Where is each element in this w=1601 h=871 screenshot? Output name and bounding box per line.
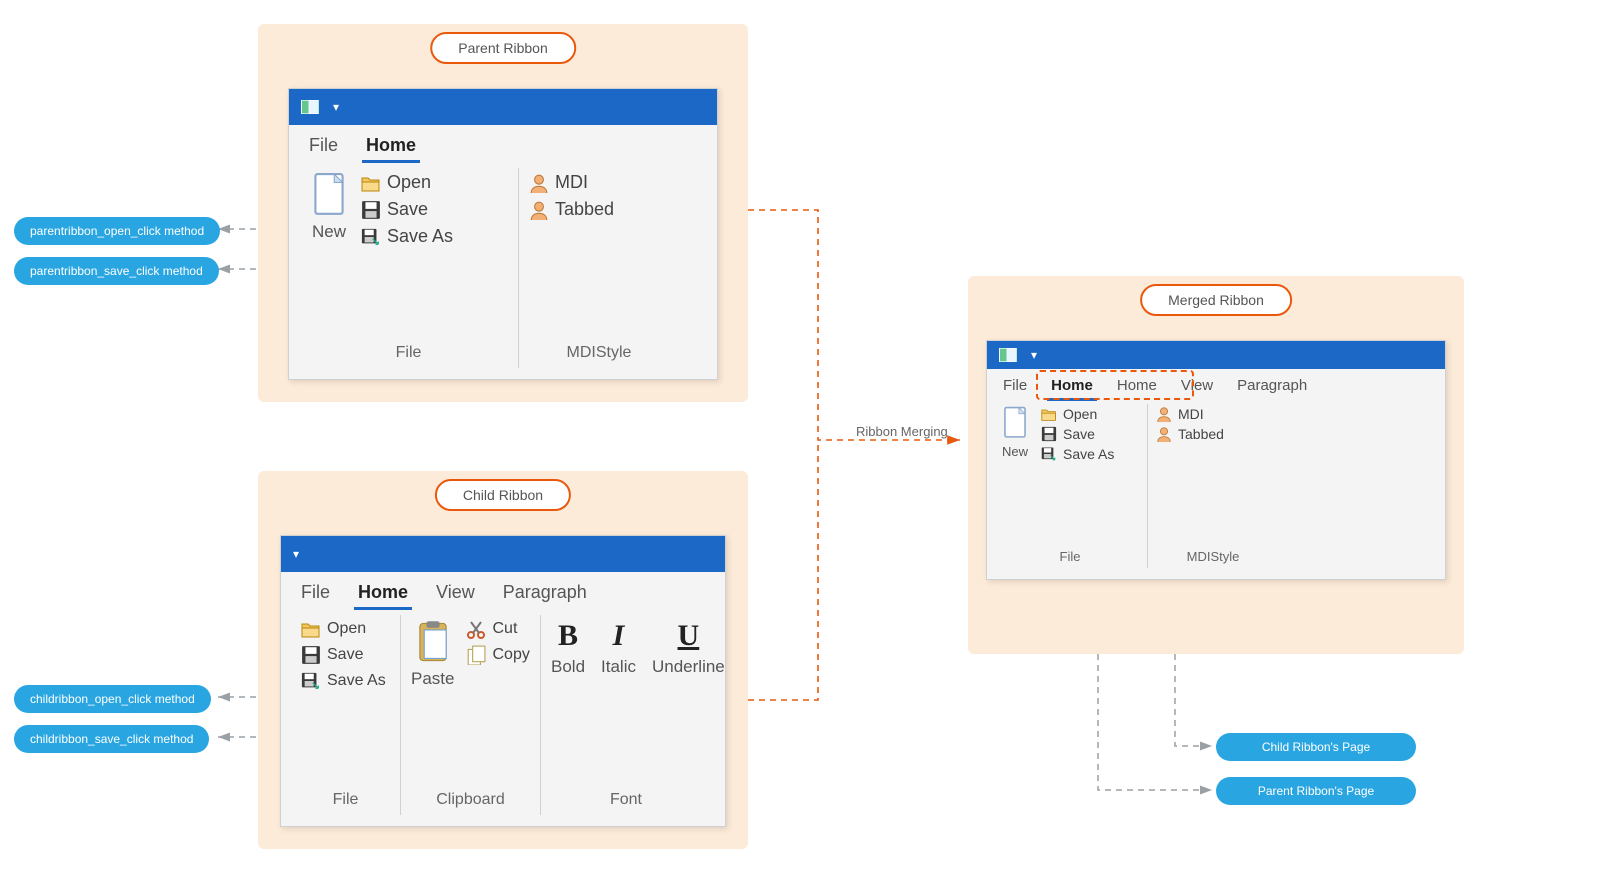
bold-button[interactable]: BBold [551,619,585,677]
group-label: MDIStyle [529,340,669,364]
underline-button[interactable]: UUnderline [652,619,725,677]
group-file: Open Save Save As File [291,615,401,815]
tab-home[interactable]: Home [360,133,422,162]
new-button[interactable]: New [309,172,349,242]
tag-parent-save: parentribbon_save_click method [14,257,219,285]
underline-glyph-icon: U [678,619,700,653]
group-mdistyle: MDI Tabbed MDIStyle [1148,404,1278,568]
italic-button[interactable]: IItalic [601,619,636,677]
tag-child-open: childribbon_open_click method [14,685,211,713]
scissors-icon [466,619,486,639]
user-icon [1156,406,1172,422]
parent-tabs: File Home [289,125,717,162]
save-icon [361,200,381,220]
open-button[interactable]: Open [361,172,453,193]
child-tabs: File Home View Paragraph [281,572,725,609]
parent-panel: Parent Ribbon ▾ File Home New Open Save [258,24,748,402]
group-label: Clipboard [411,787,530,811]
folder-icon [1041,406,1057,422]
ribbon-titlebar: ▾ [987,341,1445,369]
user-icon [529,173,549,193]
copy-icon [466,645,486,665]
bold-glyph-icon: B [558,619,578,653]
tabbed-button[interactable]: Tabbed [529,199,614,220]
save-as-icon [1041,446,1057,462]
mdi-button[interactable]: MDI [529,172,614,193]
group-label: Font [551,787,701,811]
paste-button[interactable]: Paste [411,619,454,689]
tab-file[interactable]: File [997,375,1033,400]
save-as-button[interactable]: Save As [1041,446,1114,462]
group-label: File [1001,545,1139,566]
group-clipboard: Paste Cut Copy Clipboard [401,615,541,815]
user-icon [1156,426,1172,442]
ribbon-titlebar: ▾ [281,536,725,572]
ribbon-titlebar: ▾ [289,89,717,125]
qat-dropdown-icon[interactable]: ▾ [1031,348,1037,362]
save-as-icon [301,671,321,691]
tabbed-button[interactable]: Tabbed [1156,426,1224,442]
tab-file[interactable]: File [295,580,336,609]
mdi-button[interactable]: MDI [1156,406,1224,422]
save-icon [1041,426,1057,442]
save-icon [301,645,321,665]
open-button[interactable]: Open [301,619,390,639]
parent-ribbon: ▾ File Home New Open Save Save As [288,88,718,380]
group-file: New Open Save Save As File [299,168,519,368]
save-as-icon [361,227,381,247]
qat-dropdown-icon[interactable]: ▾ [293,547,299,561]
flow-label: Ribbon Merging [856,424,948,439]
merged-panel: Merged Ribbon ▾ File Home Home View Para… [968,276,1464,654]
clipboard-icon [413,619,453,665]
tab-paragraph[interactable]: Paragraph [497,580,593,609]
save-button[interactable]: Save [1041,426,1114,442]
group-mdistyle: MDI Tabbed MDIStyle [519,168,679,368]
tag-parent-open: parentribbon_open_click method [14,217,220,245]
app-icon [999,348,1017,362]
save-as-button[interactable]: Save As [301,671,390,691]
tag-child-page: Child Ribbon's Page [1216,733,1416,761]
merged-tabs-highlight [1036,370,1194,400]
copy-button[interactable]: Copy [466,645,529,665]
tag-child-save: childribbon_save_click method [14,725,209,753]
qat-dropdown-icon[interactable]: ▾ [333,100,339,114]
merged-caption: Merged Ribbon [1140,284,1292,316]
open-button[interactable]: Open [1041,406,1114,422]
group-label: MDIStyle [1156,545,1270,566]
new-button[interactable]: New [1001,406,1029,459]
folder-icon [301,619,321,639]
save-as-button[interactable]: Save As [361,226,453,247]
tag-parent-page: Parent Ribbon's Page [1216,777,1416,805]
child-ribbon: ▾ File Home View Paragraph Open Save Sav… [280,535,726,827]
folder-icon [361,173,381,193]
tab-home[interactable]: Home [352,580,414,609]
save-button[interactable]: Save [361,199,453,220]
app-icon [301,100,319,114]
child-caption: Child Ribbon [435,479,571,511]
user-icon [529,200,549,220]
group-file: New Open Save Save As File [993,404,1148,568]
child-panel: Child Ribbon ▾ File Home View Paragraph … [258,471,748,849]
document-icon [309,172,349,218]
tab-file[interactable]: File [303,133,344,162]
cut-button[interactable]: Cut [466,619,529,639]
tab-paragraph[interactable]: Paragraph [1231,375,1313,400]
save-button[interactable]: Save [301,645,390,665]
document-icon [1001,406,1029,440]
italic-glyph-icon: I [613,619,625,653]
parent-caption: Parent Ribbon [430,32,576,64]
group-font: BBold IItalic UUnderline Font [541,615,711,815]
tab-view[interactable]: View [430,580,481,609]
group-label: File [301,787,390,811]
group-label: File [309,340,508,364]
